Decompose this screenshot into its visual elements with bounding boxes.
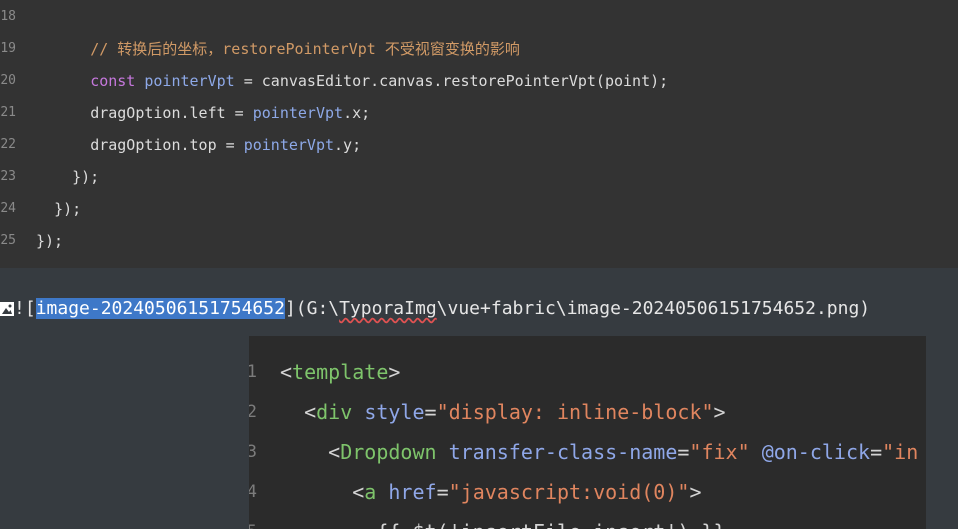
code-line: 25}); bbox=[0, 225, 958, 257]
line-number: 22 bbox=[0, 137, 16, 152]
preview-token: "display: inline-block" bbox=[436, 400, 714, 424]
preview-token: div bbox=[316, 400, 353, 424]
preview-token: < bbox=[304, 400, 317, 424]
code-line: 23 }); bbox=[0, 161, 958, 193]
line-number: 21 bbox=[0, 105, 16, 120]
preview-code-text: <a href="javascript:void(0)"> bbox=[280, 472, 701, 512]
preview-token bbox=[280, 440, 328, 464]
code-token: .y; bbox=[334, 136, 362, 154]
preview-token: = bbox=[436, 480, 449, 504]
md-prefix: ![ bbox=[14, 298, 36, 319]
preview-token: > bbox=[388, 360, 401, 384]
preview-token bbox=[352, 400, 364, 424]
preview-token: a bbox=[364, 480, 377, 504]
code-token: }); bbox=[54, 200, 82, 218]
line-number: 24 bbox=[0, 201, 16, 216]
selected-alt-text[interactable]: image-20240506151754652 bbox=[35, 298, 285, 319]
preview-token: = bbox=[870, 440, 883, 464]
preview-code-line: 3 <Dropdown transfer-class-name="fix" @o… bbox=[249, 432, 926, 472]
preview-token bbox=[280, 480, 352, 504]
preview-line-number: 1 bbox=[249, 362, 257, 382]
preview-token: < bbox=[280, 360, 293, 384]
preview-token: > bbox=[713, 400, 726, 424]
preview-line-number: 4 bbox=[249, 482, 257, 502]
line-number: 19 bbox=[0, 41, 16, 56]
code-line: 18 bbox=[0, 1, 958, 33]
code-token: const bbox=[90, 72, 145, 90]
preview-token: "in bbox=[882, 440, 919, 464]
line-number: 18 bbox=[0, 9, 16, 24]
preview-token bbox=[280, 400, 304, 424]
code-token: pointerVpt bbox=[252, 104, 344, 122]
preview-token: {{ $t('insertFile.insert') }} bbox=[280, 520, 725, 529]
code-block[interactable]: 18 19 // 转换后的坐标，restorePointerVpt 不受视窗变换的… bbox=[0, 0, 958, 268]
code-token: .x; bbox=[343, 104, 371, 122]
code-token: dragOption.top = bbox=[90, 136, 244, 154]
code-text: }); bbox=[36, 161, 99, 193]
code-text: }); bbox=[36, 225, 63, 257]
preview-line-number: 3 bbox=[249, 442, 257, 462]
md-path-end: \vue+fabric\image-20240506151754652.png) bbox=[436, 298, 871, 319]
code-text: dragOption.left = pointerVpt.x; bbox=[36, 97, 370, 129]
preview-token: transfer-class-name bbox=[448, 440, 678, 464]
preview-code-line: 4 <a href="javascript:void(0)"> bbox=[249, 472, 926, 512]
preview-token: style bbox=[364, 400, 425, 424]
preview-token: href bbox=[388, 480, 437, 504]
line-number: 25 bbox=[0, 233, 16, 248]
preview-token: < bbox=[352, 480, 365, 504]
preview-code-text: {{ $t('insertFile.insert') }} bbox=[280, 512, 725, 529]
code-token: // 转换后的坐标，restorePointerVpt 不受视窗变换的影响 bbox=[90, 40, 520, 58]
preview-token bbox=[750, 440, 762, 464]
preview-token: @on-click bbox=[761, 440, 871, 464]
preview-code-line: 2 <div style="display: inline-block"> bbox=[249, 392, 926, 432]
code-text: // 转换后的坐标，restorePointerVpt 不受视窗变换的影响 bbox=[36, 33, 520, 65]
preview-line-number: 5 bbox=[249, 512, 257, 529]
code-text: const pointerVpt = canvasEditor.canvas.r… bbox=[36, 65, 668, 97]
code-token: pointerVpt bbox=[243, 136, 335, 154]
preview-token: template bbox=[292, 360, 389, 384]
line-number: 20 bbox=[0, 73, 16, 88]
preview-token bbox=[437, 440, 449, 464]
code-token: = canvasEditor.canvas.restorePointerVpt(… bbox=[234, 72, 669, 90]
preview-token bbox=[376, 480, 388, 504]
code-line: 21 dragOption.left = pointerVpt.x; bbox=[0, 97, 958, 129]
preview-code-line: 5 {{ $t('insertFile.insert') }} bbox=[249, 512, 926, 529]
preview-code-text: <div style="display: inline-block"> bbox=[280, 392, 726, 432]
code-line: 20 const pointerVpt = canvasEditor.canva… bbox=[0, 65, 958, 97]
misspelled-word[interactable]: TyporaImg bbox=[339, 298, 437, 319]
line-number: 23 bbox=[0, 169, 16, 184]
code-token: }); bbox=[36, 232, 64, 250]
code-text: }); bbox=[36, 193, 81, 225]
code-line: 22 dragOption.top = pointerVpt.y; bbox=[0, 129, 958, 161]
preview-code-text: <Dropdown transfer-class-name="fix" @on-… bbox=[280, 432, 918, 472]
markdown-image-source-line[interactable]: ![image-20240506151754652](G:\TyporaImg\… bbox=[0, 292, 958, 326]
preview-token: > bbox=[689, 480, 702, 504]
preview-token: "javascript:void(0)" bbox=[448, 480, 690, 504]
embedded-image-preview[interactable]: 1 <template> 2 <div style="display: inline… bbox=[249, 336, 926, 529]
code-line: 19 // 转换后的坐标，restorePointerVpt 不受视窗变换的影响 bbox=[0, 33, 958, 65]
preview-token: = bbox=[424, 400, 437, 424]
code-text: dragOption.top = pointerVpt.y; bbox=[36, 129, 361, 161]
md-path-start: ](G:\ bbox=[284, 298, 340, 319]
preview-token: Dropdown bbox=[340, 440, 437, 464]
image-icon bbox=[0, 302, 14, 316]
code-line: 24 }); bbox=[0, 193, 958, 225]
preview-line-number: 2 bbox=[249, 402, 257, 422]
code-token: }); bbox=[72, 168, 100, 186]
preview-code-line: 1 <template> bbox=[249, 352, 926, 392]
preview-code-text: <template> bbox=[280, 352, 400, 392]
code-token: dragOption.left = bbox=[90, 104, 253, 122]
code-token: pointerVpt bbox=[144, 72, 235, 90]
preview-token: < bbox=[328, 440, 341, 464]
preview-token: = bbox=[677, 440, 690, 464]
preview-token: "fix" bbox=[689, 440, 750, 464]
